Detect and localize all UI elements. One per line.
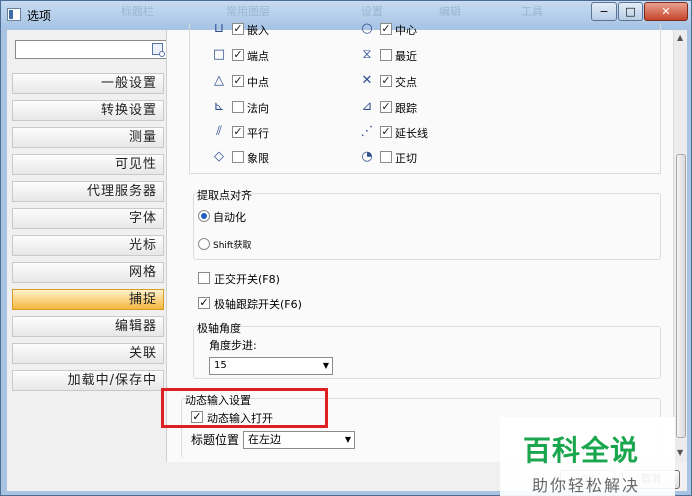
polar-angle-title: 极轴角度 <box>197 320 241 336</box>
tangent-label: 正切 <box>395 152 417 165</box>
angle-step-select[interactable]: 15 ▼ <box>209 357 333 375</box>
ghost-title-1: 标题栏 <box>121 5 154 18</box>
angle-step-label: 角度步进: <box>209 339 257 352</box>
intersection-snap-icon: ✕ <box>361 73 373 88</box>
tracking-label: 跟踪 <box>395 102 417 115</box>
endpoint-snap-icon: □ <box>212 47 226 62</box>
intersection-label: 交点 <box>395 76 417 89</box>
title-position-label: 标题位置 <box>191 433 240 447</box>
parallel-label: 平行 <box>247 127 269 140</box>
close-button[interactable]: ✕ <box>644 2 688 21</box>
snap-point-align-group <box>193 193 661 260</box>
endpoint-checkbox[interactable]: ✓ <box>232 49 244 61</box>
sidebar-nav: 一般设置 转换设置 测量 可见性 代理服务器 字体 光标 网格 捕捉 编辑器 关… <box>12 73 164 397</box>
chevron-down-icon: ▼ <box>322 361 329 370</box>
tangent-snap-icon: ◔ <box>361 149 373 164</box>
ghost-title-2: 常用图层 <box>226 5 270 18</box>
search-icon[interactable] <box>152 43 165 57</box>
perpendicular-checkbox[interactable] <box>232 101 244 113</box>
ghost-title-3: 设置 <box>361 5 383 18</box>
scroll-up-icon[interactable]: ▲ <box>677 33 685 42</box>
nearest-snap-icon: ⧖ <box>362 47 372 62</box>
title-position-value: 在左边 <box>248 433 281 446</box>
watermark-main-text: 百科全说 <box>523 434 640 467</box>
object-snap-group: ⊔ ✓ 嵌入 □ ✓ 端点 △ ✓ 中点 ⊾ 法向 ⫽ ✓ 平行 ◇ 象限 ○ … <box>189 21 661 174</box>
insert-snap-icon: ⊔ <box>213 21 225 36</box>
sidebar-item-cursor[interactable]: 光标 <box>12 235 164 256</box>
perpendicular-snap-icon: ⊾ <box>213 99 225 114</box>
center-snap-icon: ○ <box>361 21 373 36</box>
chevron-down-icon: ▼ <box>344 435 351 444</box>
quadrant-snap-icon: ◇ <box>214 149 224 164</box>
snap-point-align-title: 提取点对齐 <box>197 187 252 203</box>
polar-tracking-label: 极轴跟踪开关(F6) <box>214 298 302 311</box>
center-checkbox[interactable]: ✓ <box>380 23 392 35</box>
scroll-thumb[interactable] <box>676 154 686 438</box>
midpoint-checkbox[interactable]: ✓ <box>232 75 244 87</box>
auto-radio[interactable] <box>198 210 210 222</box>
endpoint-label: 端点 <box>247 50 269 63</box>
window-title: 选项 <box>27 9 52 23</box>
tangent-checkbox[interactable] <box>380 151 392 163</box>
vertical-scrollbar[interactable]: ▲ ▼ <box>673 30 687 462</box>
parallel-snap-icon: ⫽ <box>216 124 222 139</box>
window-icon <box>7 8 21 21</box>
sidebar-item-conversion[interactable]: 转换设置 <box>12 100 164 121</box>
dialog-body: 一般设置 转换设置 测量 可见性 代理服务器 字体 光标 网格 捕捉 编辑器 关… <box>7 22 687 496</box>
sidebar-item-snap[interactable]: 捕捉 <box>12 289 164 310</box>
ortho-checkbox[interactable] <box>198 272 210 284</box>
watermark-sub-text: 助你轻松解决 <box>532 476 641 495</box>
sidebar-item-font[interactable]: 字体 <box>12 208 164 229</box>
extension-snap-icon: ⋰ <box>360 124 374 139</box>
midpoint-snap-icon: △ <box>214 73 224 88</box>
sidebar-item-measure[interactable]: 测量 <box>12 127 164 148</box>
angle-step-value: 15 <box>214 360 227 371</box>
intersection-checkbox[interactable]: ✓ <box>380 75 392 87</box>
sidebar-item-grid[interactable]: 网格 <box>12 262 164 283</box>
sidebar-item-general[interactable]: 一般设置 <box>12 73 164 94</box>
shift-label: Shift获取 <box>213 241 252 251</box>
sidebar-item-load-save[interactable]: 加载中/保存中 <box>12 370 164 391</box>
polar-tracking-checkbox[interactable]: ✓ <box>198 297 210 309</box>
sidebar-item-association[interactable]: 关联 <box>12 343 164 364</box>
extension-label: 延长线 <box>395 127 428 140</box>
extension-checkbox[interactable]: ✓ <box>380 126 392 138</box>
insert-label: 嵌入 <box>247 24 269 37</box>
midpoint-label: 中点 <box>247 76 269 89</box>
ghost-title-5: 工具 <box>521 5 543 18</box>
auto-label: 自动化 <box>213 211 246 224</box>
parallel-checkbox[interactable]: ✓ <box>232 126 244 138</box>
search-input[interactable] <box>15 40 167 59</box>
insert-checkbox[interactable]: ✓ <box>232 23 244 35</box>
perpendicular-label: 法向 <box>247 102 269 115</box>
tracking-snap-icon: ⊿ <box>361 99 373 114</box>
nearest-label: 最近 <box>395 50 417 63</box>
sidebar-item-editor[interactable]: 编辑器 <box>12 316 164 337</box>
title-position-select[interactable]: 在左边 ▼ <box>243 431 355 449</box>
minimize-button[interactable]: − <box>591 2 617 21</box>
scroll-down-icon[interactable]: ▼ <box>677 448 685 457</box>
sidebar-item-visibility[interactable]: 可见性 <box>12 154 164 175</box>
center-label: 中心 <box>395 24 417 37</box>
ortho-label: 正交开关(F8) <box>214 273 280 286</box>
tracking-checkbox[interactable]: ✓ <box>380 101 392 113</box>
watermark-logo: 百科全说 助你轻松解决 <box>500 417 675 496</box>
maximize-button[interactable]: □ <box>618 2 643 21</box>
quadrant-label: 象限 <box>247 152 269 165</box>
shift-radio[interactable] <box>198 238 210 250</box>
quadrant-checkbox[interactable] <box>232 151 244 163</box>
options-window: 选项 标题栏 常用图层 设置 编辑 工具 − □ ✕ 一般设置 转换设置 测量 … <box>0 0 692 496</box>
dynamic-input-highlight <box>161 388 328 428</box>
ghost-title-4: 编辑 <box>439 5 461 18</box>
sidebar-item-proxy[interactable]: 代理服务器 <box>12 181 164 202</box>
nearest-checkbox[interactable] <box>380 49 392 61</box>
